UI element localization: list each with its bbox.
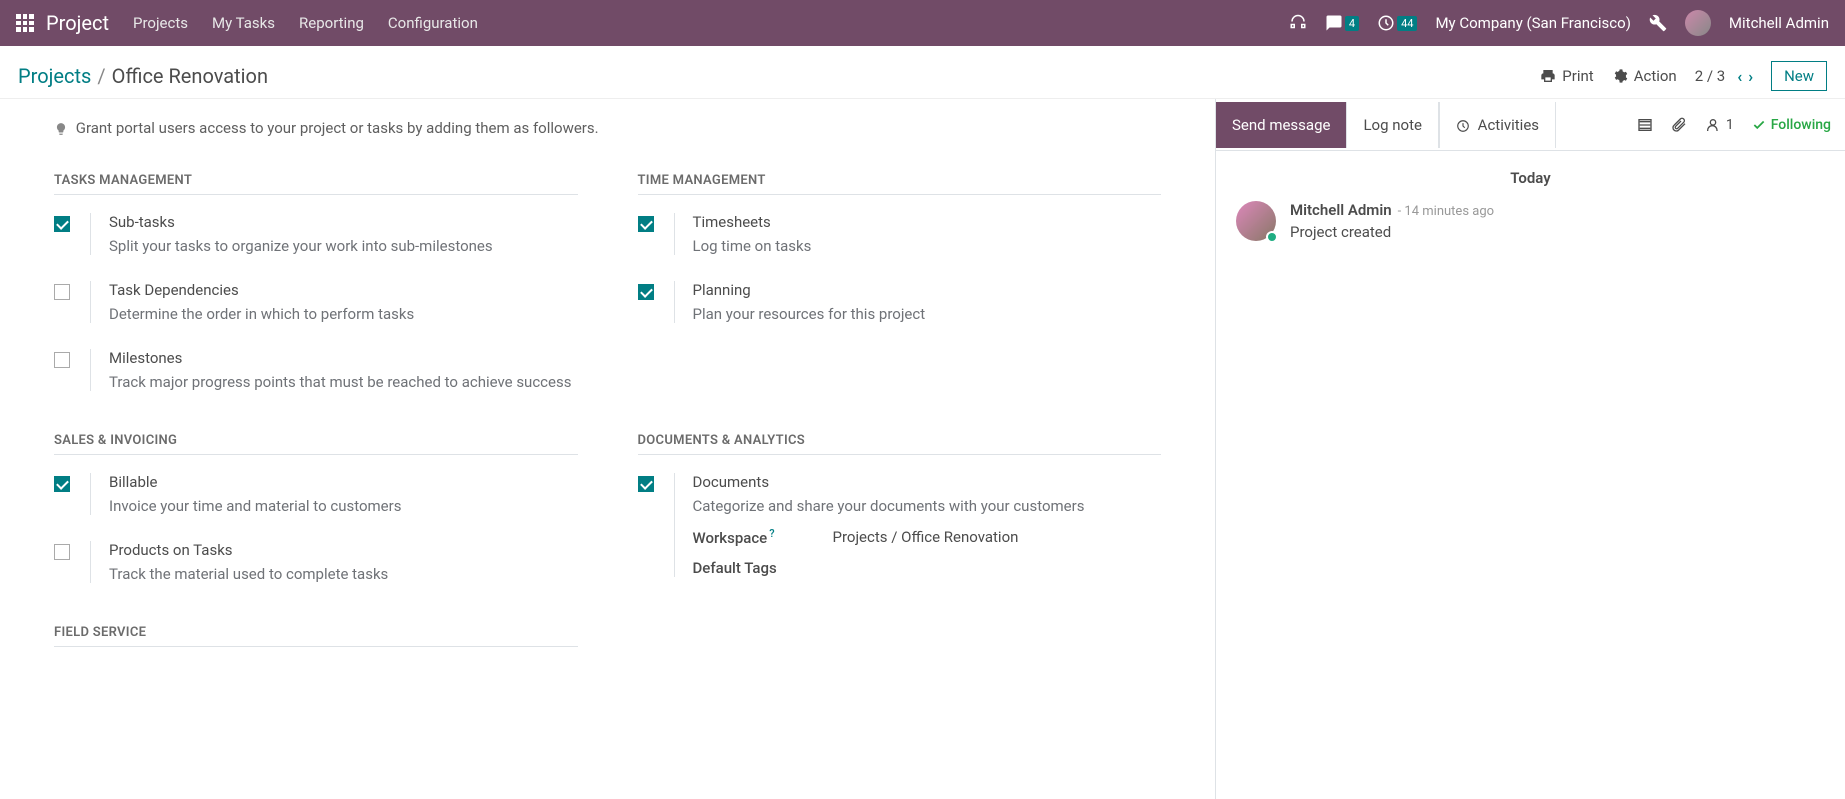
section-time-management: TIME MANAGEMENT [638, 157, 1162, 195]
section-documents-analytics: DOCUMENTS & ANALYTICS [638, 417, 1162, 455]
message-body: Project created [1290, 223, 1494, 241]
action-button[interactable]: Action [1612, 67, 1677, 85]
nav-menu: Projects My Tasks Reporting Configuratio… [133, 14, 478, 32]
nav-menu-configuration[interactable]: Configuration [388, 14, 478, 32]
following-button[interactable]: Following [1752, 117, 1831, 133]
activities-button[interactable]: Activities [1439, 102, 1556, 148]
breadcrumb-current: Office Renovation [112, 64, 268, 88]
nav-menu-reporting[interactable]: Reporting [299, 14, 364, 32]
message-time: - 14 minutes ago [1398, 204, 1494, 219]
messages-badge: 4 [1345, 16, 1359, 31]
checkbox-planning[interactable] [638, 284, 654, 300]
message: Mitchell Admin - 14 minutes ago Project … [1236, 201, 1825, 241]
checkbox-products-on-tasks[interactable] [54, 544, 70, 560]
message-day-header: Today [1236, 169, 1825, 187]
pager-prev-icon[interactable]: ‹ [1737, 67, 1742, 86]
company-switcher[interactable]: My Company (San Francisco) [1435, 14, 1630, 32]
nav-menu-mytasks[interactable]: My Tasks [212, 14, 275, 32]
desc-documents: Categorize and share your documents with… [693, 497, 1162, 515]
app-title[interactable]: Project [46, 11, 109, 35]
desc-subtasks: Split your tasks to organize your work i… [109, 237, 578, 255]
presence-indicator-icon [1266, 231, 1278, 243]
pager-counter[interactable]: 2 / 3 [1695, 67, 1726, 85]
checkbox-billable[interactable] [54, 476, 70, 492]
label-subtasks: Sub-tasks [109, 213, 578, 231]
help-icon[interactable]: ? [769, 527, 774, 540]
portal-hint: Grant portal users access to your projec… [24, 111, 1191, 157]
send-message-button[interactable]: Send message [1216, 102, 1347, 148]
pager: 2 / 3 ‹ › [1695, 67, 1753, 86]
message-avatar[interactable] [1236, 201, 1276, 241]
section-sales-invoicing: SALES & INVOICING [54, 417, 578, 455]
print-button[interactable]: Print [1540, 67, 1593, 85]
breadcrumb-sep: / [97, 64, 105, 88]
top-nav: Project Projects My Tasks Reporting Conf… [0, 0, 1845, 46]
activities-badge: 44 [1397, 16, 1417, 31]
label-workspace: Workspace? [693, 527, 803, 547]
label-default-tags: Default Tags [693, 559, 803, 577]
checkbox-timesheets[interactable] [638, 216, 654, 232]
checkbox-task-dependencies[interactable] [54, 284, 70, 300]
checkbox-subtasks[interactable] [54, 216, 70, 232]
form-view: Grant portal users access to your projec… [0, 99, 1215, 799]
label-billable: Billable [109, 473, 578, 491]
checkbox-documents[interactable] [638, 476, 654, 492]
user-avatar[interactable] [1685, 10, 1711, 36]
voip-icon[interactable] [1289, 14, 1307, 32]
chatter: Send message Log note Activities 1 [1215, 99, 1845, 799]
label-documents: Documents [693, 473, 1162, 491]
checkbox-milestones[interactable] [54, 352, 70, 368]
nav-menu-projects[interactable]: Projects [133, 14, 188, 32]
followers-button[interactable]: 1 [1705, 117, 1734, 133]
label-timesheets: Timesheets [693, 213, 1162, 231]
label-products-on-tasks: Products on Tasks [109, 541, 578, 559]
desc-products-on-tasks: Track the material used to complete task… [109, 565, 578, 583]
value-workspace[interactable]: Projects / Office Renovation [833, 528, 1019, 546]
debug-icon[interactable] [1649, 14, 1667, 32]
activities-icon[interactable]: 44 [1377, 14, 1417, 32]
section-tasks-management: TASKS MANAGEMENT [54, 157, 578, 195]
label-planning: Planning [693, 281, 1162, 299]
label-milestones: Milestones [109, 349, 578, 367]
user-menu[interactable]: Mitchell Admin [1729, 14, 1829, 32]
desc-planning: Plan your resources for this project [693, 305, 1162, 323]
desc-task-dependencies: Determine the order in which to perform … [109, 305, 578, 323]
knowledge-icon[interactable] [1637, 117, 1653, 133]
section-field-service: FIELD SERVICE [54, 609, 578, 647]
desc-billable: Invoice your time and material to custom… [109, 497, 578, 515]
log-note-button[interactable]: Log note [1347, 102, 1438, 148]
breadcrumb-parent[interactable]: Projects [18, 64, 91, 88]
new-button[interactable]: New [1771, 61, 1827, 91]
label-task-dependencies: Task Dependencies [109, 281, 578, 299]
control-panel: Projects / Office Renovation Print Actio… [0, 46, 1845, 98]
breadcrumb: Projects / Office Renovation [18, 64, 268, 88]
apps-icon[interactable] [16, 14, 34, 32]
attachment-icon[interactable] [1671, 117, 1687, 133]
message-author[interactable]: Mitchell Admin [1290, 201, 1392, 219]
desc-timesheets: Log time on tasks [693, 237, 1162, 255]
pager-next-icon[interactable]: › [1748, 67, 1753, 86]
desc-milestones: Track major progress points that must be… [109, 373, 578, 391]
chatter-topbar: Send message Log note Activities 1 [1216, 99, 1845, 151]
messages-icon[interactable]: 4 [1325, 14, 1359, 32]
